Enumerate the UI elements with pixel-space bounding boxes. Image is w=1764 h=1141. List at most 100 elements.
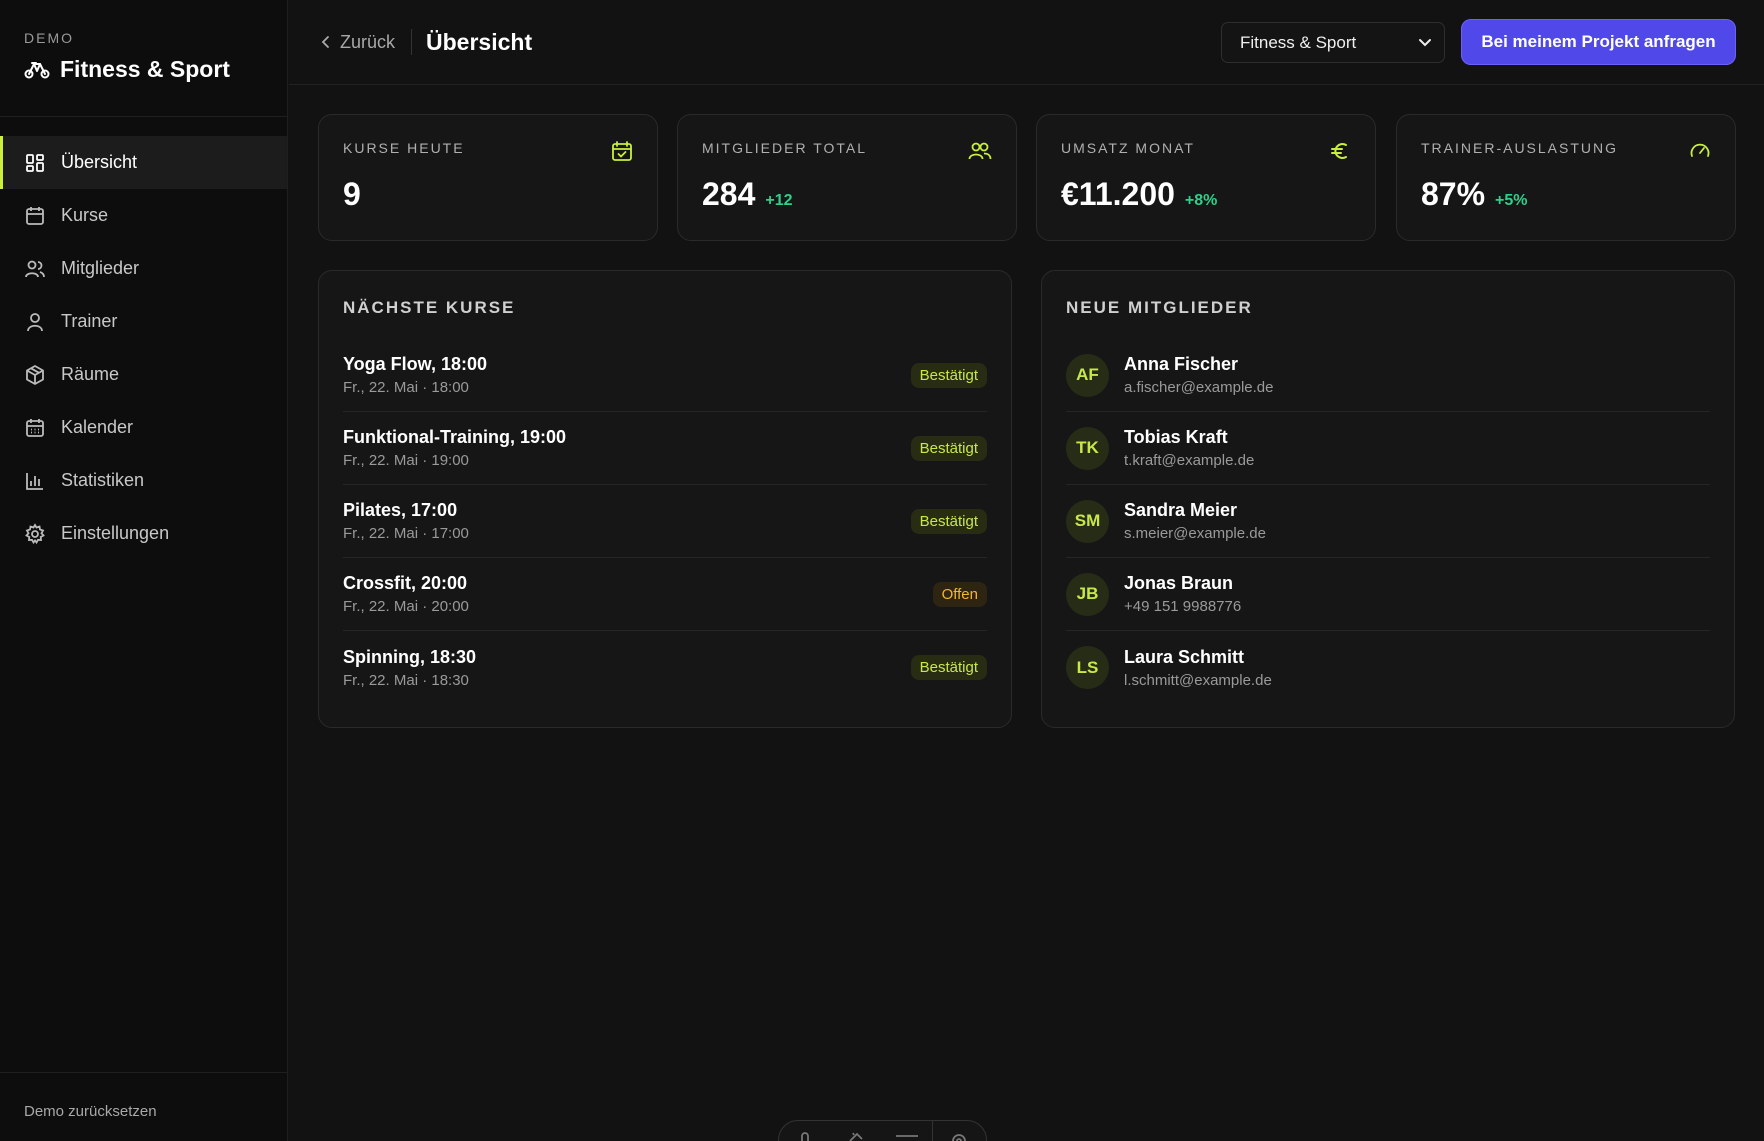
member-name: Tobias Kraft — [1124, 427, 1228, 447]
page-title: Übersicht — [426, 28, 533, 55]
request-project-button[interactable]: Bei meinem Projekt anfragen — [1461, 19, 1736, 65]
sidebar-item-mitglieder[interactable]: Mitglieder — [0, 242, 287, 295]
status-badge: Bestätigt — [910, 435, 987, 461]
euro-icon — [1331, 143, 1347, 159]
member-list: AF Anna Fischer a.fischer@example.de TK … — [1066, 339, 1710, 704]
toolbar-settings-button[interactable] — [933, 1131, 984, 1141]
floating-toolbar — [778, 1120, 987, 1141]
course-info: Pilates, 17:00 Fr., 22. Mai · 17:00 — [343, 500, 911, 542]
avatar: JB — [1066, 572, 1109, 616]
course-row[interactable]: Funktional-Training, 19:00 Fr., 22. Mai … — [343, 412, 987, 485]
stat-card-kurse-heute: KURSE HEUTE 9 — [318, 114, 658, 241]
stat-value: 87% — [1421, 176, 1486, 212]
stat-label: UMSATZ MONAT — [1061, 140, 1195, 156]
brand-title[interactable]: Fitness & Sport — [24, 56, 263, 83]
users-icon — [25, 260, 45, 277]
stat-label: KURSE HEUTE — [343, 140, 465, 156]
member-row[interactable]: JB Jonas Braun +49 151 9988776 — [1066, 558, 1710, 631]
member-row[interactable]: AF Anna Fischer a.fischer@example.de — [1066, 339, 1710, 412]
new-members-panel: NEUE MITGLIEDER AF Anna Fischer a.fische… — [1041, 270, 1735, 728]
panel-title: NÄCHSTE KURSE — [343, 298, 516, 317]
fitness-logo-icon — [24, 61, 50, 78]
toolbar-pointer-button[interactable] — [779, 1131, 830, 1141]
course-title: Funktional-Training, 19:00 — [343, 427, 567, 447]
course-info: Funktional-Training, 19:00 Fr., 22. Mai … — [343, 427, 911, 469]
panel-title: NEUE MITGLIEDER — [1066, 298, 1253, 317]
sidebar-item-einstellungen[interactable]: Einstellungen — [0, 507, 287, 560]
sidebar-item-trainer[interactable]: Trainer — [0, 295, 287, 348]
stat-value: 9 — [343, 176, 361, 212]
course-title: Crossfit, 20:00 — [343, 573, 468, 593]
member-info: Anna Fischer a.fischer@example.de — [1124, 354, 1710, 396]
member-name: Anna Fischer — [1124, 354, 1239, 374]
course-row[interactable]: Pilates, 17:00 Fr., 22. Mai · 17:00 Best… — [343, 485, 987, 558]
stat-card-umsatz-monat: UMSATZ MONAT €11.200 +8% — [1036, 114, 1376, 241]
toolbar-paint-button[interactable] — [830, 1131, 881, 1141]
brand: DEMO Fitness & Sport — [0, 0, 287, 117]
calendar-icon — [26, 206, 44, 225]
sidebar-item-kalender[interactable]: Kalender — [0, 401, 287, 454]
pointer-icon — [800, 1132, 809, 1141]
calendar-check-icon — [612, 141, 632, 161]
sidebar-item-label: Einstellungen — [61, 523, 170, 543]
sidebar-item-kurse[interactable]: Kurse — [0, 189, 287, 242]
sidebar-item-label: Trainer — [61, 311, 118, 331]
sidebar-item-label: Mitglieder — [61, 258, 140, 278]
back-label: Zurück — [340, 31, 396, 52]
avatar: TK — [1066, 426, 1109, 470]
reset-demo-link[interactable]: Demo zurücksetzen — [0, 1072, 287, 1141]
chevron-down-icon — [1419, 38, 1431, 46]
sidebar-item-statistiken[interactable]: Statistiken — [0, 454, 287, 507]
member-contact: s.meier@example.de — [1124, 525, 1266, 542]
course-date: Fr., 22. Mai · 17:00 — [343, 525, 469, 542]
member-contact: t.kraft@example.de — [1124, 452, 1255, 469]
course-row[interactable]: Spinning, 18:30 Fr., 22. Mai · 18:30 Bes… — [343, 631, 987, 704]
industry-select-value: Fitness & Sport — [1240, 32, 1357, 52]
industry-select[interactable]: Fitness & Sport — [1221, 22, 1445, 63]
member-name: Jonas Braun — [1124, 573, 1234, 593]
member-row[interactable]: SM Sandra Meier s.meier@example.de — [1066, 485, 1710, 558]
course-date: Fr., 22. Mai · 19:00 — [343, 452, 469, 469]
status-badge: Bestätigt — [910, 362, 987, 388]
menu-icon — [895, 1135, 918, 1137]
back-button[interactable]: Zurück — [320, 32, 395, 53]
sidebar-item-label: Kalender — [61, 417, 134, 437]
users-icon — [968, 142, 992, 160]
stat-card-trainer-auslastung: TRAINER-AUSLASTUNG 87% +5% — [1396, 114, 1736, 241]
user-icon — [27, 312, 43, 331]
member-contact: +49 151 9988776 — [1124, 598, 1242, 615]
course-title: Yoga Flow, 18:00 — [343, 354, 488, 374]
sidebar-item-label: Räume — [61, 364, 120, 384]
sidebar: DEMO Fitness & Sport Übersicht Kurse Mit… — [0, 0, 288, 1141]
course-info: Yoga Flow, 18:00 Fr., 22. Mai · 18:00 — [343, 354, 911, 396]
course-row[interactable]: Yoga Flow, 18:00 Fr., 22. Mai · 18:00 Be… — [343, 339, 987, 412]
sidebar-nav: Übersicht Kurse Mitglieder Trainer Räume… — [0, 136, 287, 560]
brand-demo-label: DEMO — [24, 30, 74, 46]
member-info: Tobias Kraft t.kraft@example.de — [1124, 427, 1710, 469]
stat-value: €11.200 — [1061, 176, 1175, 212]
member-info: Laura Schmitt l.schmitt@example.de — [1124, 647, 1710, 689]
gauge-icon — [1690, 143, 1710, 157]
sidebar-item-label: Kurse — [61, 205, 109, 225]
upcoming-courses-panel: NÄCHSTE KURSE Yoga Flow, 18:00 Fr., 22. … — [318, 270, 1012, 728]
status-badge: Offen — [932, 581, 987, 607]
member-name: Laura Schmitt — [1124, 646, 1245, 667]
stat-value: 284 — [702, 176, 756, 212]
course-info: Spinning, 18:30 Fr., 22. Mai · 18:30 — [343, 647, 911, 689]
avatar: AF — [1066, 353, 1109, 397]
chevron-left-icon — [321, 36, 329, 48]
sidebar-item-raeume[interactable]: Räume — [0, 348, 287, 401]
course-date: Fr., 22. Mai · 18:30 — [343, 671, 469, 689]
member-info: Sandra Meier s.meier@example.de — [1124, 500, 1710, 542]
course-row[interactable]: Crossfit, 20:00 Fr., 22. Mai · 20:00 Off… — [343, 558, 987, 631]
gear-icon — [25, 522, 45, 544]
grid-icon — [26, 153, 44, 172]
brand-name: Fitness & Sport — [60, 56, 230, 82]
sidebar-item-uebersicht[interactable]: Übersicht — [0, 136, 287, 189]
member-contact: a.fischer@example.de — [1124, 379, 1274, 396]
member-info: Jonas Braun +49 151 9988776 — [1124, 573, 1710, 615]
toolbar-menu-button[interactable] — [881, 1131, 932, 1141]
paint-icon — [848, 1132, 863, 1141]
member-row[interactable]: LS Laura Schmitt l.schmitt@example.de — [1066, 631, 1710, 704]
member-row[interactable]: TK Tobias Kraft t.kraft@example.de — [1066, 412, 1710, 485]
